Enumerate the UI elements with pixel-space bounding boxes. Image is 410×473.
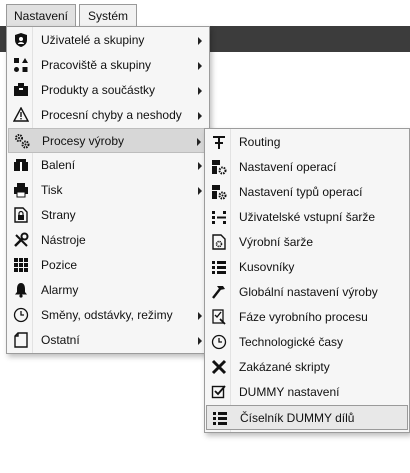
submenu-arrow-icon [198,87,202,95]
list-icon [210,258,228,276]
tab-nastaveni[interactable]: Nastavení [6,4,76,26]
submenu-item-label: Fáze vyrobního procesu [239,310,368,324]
submenu-arrow-icon [198,312,202,320]
submenu-item-user-input-batches[interactable]: Uživatelské vstupní šarže [206,205,408,230]
menu-bar: Nastavení Systém [0,0,410,26]
menu-item-label: Uživatelé a skupiny [41,33,145,47]
submenu-item-label: DUMMY nastavení [239,385,340,399]
menu-item-label: Pozice [41,258,78,272]
menu-item-users-groups[interactable]: Uživatelé a skupiny [8,28,208,53]
submenu-item-operation-types[interactable]: Nastavení typů operací [206,180,408,205]
submenu-item-label: Nastavení typů operací [239,185,363,199]
submenu-item-label: Routing [239,135,281,149]
menu-item-products-parts[interactable]: Produkty a součástky [8,78,208,103]
menu-item-label: Alarmy [41,283,79,297]
submenu-item-label: Zakázané skripty [239,360,330,374]
menu-item-production-processes[interactable]: Procesy výroby [8,128,208,153]
submenu-arrow-icon [198,112,202,120]
settings-dropdown-menu: Uživatelé a skupiny Pracoviště a skupiny… [6,26,210,354]
checkbox-icon [210,383,228,401]
submenu-arrow-icon [197,138,201,146]
routing-icon [210,133,228,151]
operation-types-icon [210,183,228,201]
menu-item-shifts[interactable]: Směny, odstávky, režimy [8,303,208,328]
submenu-item-dummy-parts-codebook[interactable]: Číselník DUMMY dílů [206,405,408,430]
bell-icon [12,281,30,299]
clock-icon [12,306,30,324]
menu-item-packaging[interactable]: Balení [8,153,208,178]
menu-item-process-errors[interactable]: Procesní chyby a neshody [8,103,208,128]
submenu-item-process-phases[interactable]: Fáze vyrobního procesu [206,305,408,330]
menu-item-label: Pracoviště a skupiny [41,58,152,72]
menu-item-sides[interactable]: Strany [8,203,208,228]
warning-icon [12,106,30,124]
submenu-item-dummy-settings[interactable]: DUMMY nastavení [206,380,408,405]
submenu-item-label: Číselník DUMMY dílů [240,411,355,425]
submenu-item-operation-settings[interactable]: Nastavení operací [206,155,408,180]
submenu-item-bills-of-materials[interactable]: Kusovníky [206,255,408,280]
submenu-item-label: Výrobní šarže [239,235,314,249]
menu-item-label: Produkty a součástky [41,83,156,97]
gears-icon [13,132,31,150]
submenu-arrow-icon [198,162,202,170]
menu-item-label: Balení [41,158,76,172]
package-icon [12,156,30,174]
menu-item-workplaces-groups[interactable]: Pracoviště a skupiny [8,53,208,78]
menu-item-label: Strany [41,208,76,222]
submenu-item-label: Uživatelské vstupní šarže [239,210,376,224]
document-lock-icon [12,206,30,224]
submenu-item-global-production-settings[interactable]: Globální nastavení výroby [206,280,408,305]
submenu-item-routing[interactable]: Routing [206,130,408,155]
x-icon [210,358,228,376]
menu-item-tools[interactable]: Nástroje [8,228,208,253]
list-icon [211,409,229,427]
hammer-icon [210,283,228,301]
printer-icon [12,181,30,199]
phase-icon [210,308,228,326]
tools-icon [12,231,30,249]
submenu-arrow-icon [198,62,202,70]
submenu-item-label: Kusovníky [239,260,295,274]
submenu-item-production-batches[interactable]: Výrobní šarže [206,230,408,255]
submenu-item-label: Technologické časy [239,335,344,349]
grid-icon [12,256,30,274]
tab-system[interactable]: Systém [79,4,137,26]
menu-item-label: Procesní chyby a neshody [41,108,182,122]
menu-item-print[interactable]: Tisk [8,178,208,203]
operation-settings-icon [210,158,228,176]
submenu-arrow-icon [198,187,202,195]
menu-item-label: Ostatní [41,333,80,347]
submenu-item-label: Globální nastavení výroby [239,285,378,299]
menu-item-positions[interactable]: Pozice [8,253,208,278]
production-batch-icon [210,233,228,251]
menu-item-other[interactable]: Ostatní [8,328,208,353]
box-icon [12,81,30,99]
menu-item-alarms[interactable]: Alarmy [8,278,208,303]
shapes-icon [12,56,30,74]
submenu-arrow-icon [198,37,202,45]
input-batch-icon [210,208,228,226]
file-icon [12,331,30,349]
production-processes-submenu: Routing Nastavení operací Nastavení typů… [204,128,410,433]
submenu-item-label: Nastavení operací [239,160,337,174]
menu-item-label: Směny, odstávky, režimy [41,308,173,322]
menu-item-label: Procesy výroby [42,134,125,148]
clock-icon [210,333,228,351]
submenu-item-technological-times[interactable]: Technologické časy [206,330,408,355]
submenu-item-forbidden-scripts[interactable]: Zakázané skripty [206,355,408,380]
menu-item-label: Tisk [41,183,63,197]
shield-icon [12,31,30,49]
menu-item-label: Nástroje [41,233,86,247]
submenu-arrow-icon [198,337,202,345]
